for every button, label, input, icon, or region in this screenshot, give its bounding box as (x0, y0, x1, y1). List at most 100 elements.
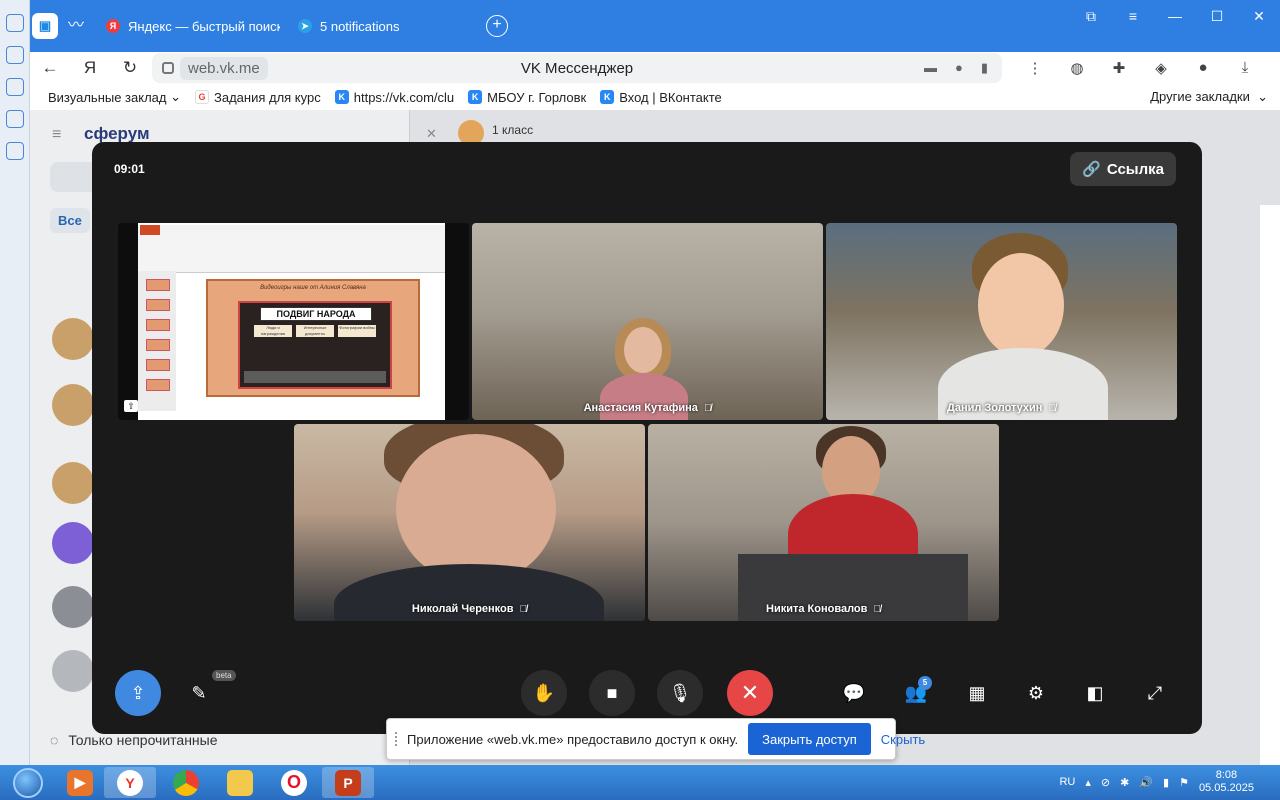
network-icon[interactable]: ▮ (1163, 776, 1169, 789)
participants-count-badge: 5 (918, 676, 932, 690)
yandex-button-icon[interactable]: Я (70, 58, 110, 78)
participant-tile[interactable]: Николай Черенков 🎙̸ (294, 424, 645, 621)
chat-button[interactable]: 💬 (831, 670, 877, 716)
taskbar-app-chrome[interactable] (160, 767, 212, 798)
end-call-button[interactable]: ✕ (727, 670, 773, 716)
lock-icon[interactable] (162, 62, 174, 74)
extensions-icon[interactable]: ✚ (1098, 59, 1140, 77)
more-icon[interactable]: ⋮ (1014, 59, 1056, 77)
app-icon[interactable] (5, 78, 24, 96)
camera-button[interactable]: ■ (589, 670, 635, 716)
antivirus-icon[interactable]: ⊘ (1101, 776, 1110, 789)
avatar[interactable] (52, 650, 94, 692)
yandex-browser-icon: Y (117, 769, 143, 796)
gear-icon: ⚙ (1027, 682, 1045, 703)
layout-button[interactable]: ▦ (954, 670, 1000, 716)
unread-filter[interactable]: ◌ Только непрочитанные (50, 732, 218, 748)
fullscreen-button[interactable]: ⤢ (1132, 670, 1178, 716)
tab-label: Яндекс — быстрый поиск (128, 18, 280, 34)
taskbar-app-powerpoint[interactable]: P (322, 767, 374, 798)
tab-yandex[interactable]: Я Яндекс — быстрый поиск (96, 8, 280, 44)
slide-cards: Люди и награждения Интересные документы … (254, 325, 376, 337)
bookmark-panel-icon[interactable]: ⧉ (1070, 8, 1112, 25)
taskbar-app-media[interactable]: ▶ (54, 767, 106, 798)
tabs-menu-icon[interactable]: ▣ (32, 13, 58, 39)
shield-icon[interactable]: ◈ (1140, 59, 1182, 77)
close-icon[interactable]: ✕ (1238, 8, 1280, 25)
app-icon[interactable] (5, 142, 24, 160)
bookmark-item[interactable]: G Задания для курс (195, 90, 321, 105)
avatar[interactable] (52, 384, 94, 426)
maximize-icon[interactable]: ☐ (1196, 8, 1238, 25)
globe-icon[interactable]: ◍ (1056, 59, 1098, 77)
link-button[interactable]: 🔗 Ссылка (1070, 152, 1176, 186)
microphone-button[interactable]: 🎙 (657, 670, 703, 716)
participants-button[interactable]: 👥 (893, 670, 939, 716)
address-bar[interactable]: web.vk.me VK Мессенджер ▬ ● ▮ (152, 53, 1002, 83)
tray-expand-icon[interactable]: ▴ (1085, 776, 1091, 789)
microphone-icon[interactable]: ● (955, 60, 963, 76)
taskbar-app-opera[interactable]: O (268, 767, 320, 798)
participant-name: Данил Золотухин (946, 402, 1043, 414)
app-icon[interactable] (5, 14, 24, 32)
bookmark-visual[interactable]: Визуальные заклад ⌄ (48, 89, 181, 105)
tab-bar: ▣ 〰 Я Яндекс — быстрый поиск ➤ 5 notific… (30, 0, 1280, 52)
new-tab-button[interactable]: + (486, 15, 508, 37)
avatar[interactable] (52, 462, 94, 504)
taskbar-app-explorer[interactable] (214, 767, 266, 798)
window-controls: ⧉ ≡ — ☐ ✕ (1070, 8, 1280, 25)
profile-icon[interactable]: ● (1182, 59, 1224, 77)
participant-tile[interactable]: Данил Золотухин 🎙̸ (826, 223, 1177, 420)
participant-tile[interactable]: Никита Коновалов 🎙̸ (648, 424, 999, 621)
avatar[interactable] (52, 318, 94, 360)
tab-telegram[interactable]: ➤ 5 notifications (288, 8, 472, 44)
bookmark-icon[interactable]: ▮ (981, 60, 988, 76)
settings-button[interactable]: ⚙ (1013, 670, 1059, 716)
bookmark-label: https://vk.com/clu (353, 89, 455, 105)
participant-name: Николай Черенков (411, 603, 514, 615)
hide-notice-link[interactable]: Скрыть (881, 732, 925, 747)
volume-icon[interactable]: 🔊 (1139, 776, 1153, 789)
drag-handle[interactable] (395, 732, 397, 746)
bluetooth-icon[interactable]: ✱ (1120, 776, 1129, 789)
call-timer: 09:01 (114, 162, 145, 176)
back-icon[interactable]: ← (30, 58, 70, 78)
microphone-icon: 🎙 (668, 682, 692, 703)
language-indicator[interactable]: RU (1059, 776, 1075, 788)
app-icon[interactable] (5, 110, 24, 128)
flag-icon[interactable]: ⚑ (1179, 776, 1189, 789)
chrome-icon (173, 769, 199, 796)
reload-icon[interactable]: ↻ (110, 58, 150, 78)
raise-hand-button[interactable]: ✋ (521, 670, 567, 716)
bookmark-item[interactable]: K https://vk.com/clu (334, 89, 455, 105)
stop-sharing-button[interactable]: Закрыть доступ (748, 723, 871, 755)
windows-logo-icon (13, 767, 43, 798)
participant-tile[interactable]: Анастасия Кутафина 🎙̸ (472, 223, 823, 420)
screen-share-notice: Приложение «web.vk.me» предоставило дост… (386, 718, 925, 760)
download-icon[interactable]: ⤓ (1224, 59, 1266, 77)
address-host: web.vk.me (180, 56, 268, 80)
screen-share-button[interactable]: ⇪ (115, 670, 161, 716)
screen-share-icon: ⇪ (130, 682, 146, 703)
minimize-call-button[interactable]: ◧ (1072, 670, 1118, 716)
beta-badge: beta (212, 670, 236, 681)
start-button[interactable] (2, 767, 54, 798)
activity-icon[interactable]: 〰 (64, 14, 88, 38)
avatar[interactable] (52, 522, 94, 564)
close-icon[interactable]: ✕ (426, 126, 437, 142)
chat-title: 1 класс (492, 123, 534, 137)
taskbar-app-yandex[interactable]: Y (104, 767, 156, 798)
avatar[interactable] (52, 586, 94, 628)
menu-icon[interactable]: ≡ (1112, 8, 1154, 25)
bookmark-item[interactable]: K Вход | ВКонтакте (600, 90, 722, 105)
app-icon[interactable] (5, 46, 24, 64)
bookmark-item[interactable]: K МБОУ г. Горловк (468, 90, 586, 105)
hamburger-icon[interactable]: ≡ (52, 126, 61, 144)
camera-icon[interactable]: ▬ (924, 60, 937, 76)
minimize-icon[interactable]: — (1154, 8, 1196, 25)
bookmarks-bar: Визуальные заклад ⌄ G Задания для курс K… (30, 84, 1280, 110)
other-bookmarks[interactable]: Другие закладки ⌄ (1150, 89, 1268, 105)
filter-tab-all[interactable]: Все (50, 208, 90, 233)
clock[interactable]: 8:08 05.05.2025 (1199, 769, 1254, 795)
self-tile-screen-share[interactable]: Видеоигры наше от Алиния Славяна ПОДВИГ … (118, 223, 469, 420)
